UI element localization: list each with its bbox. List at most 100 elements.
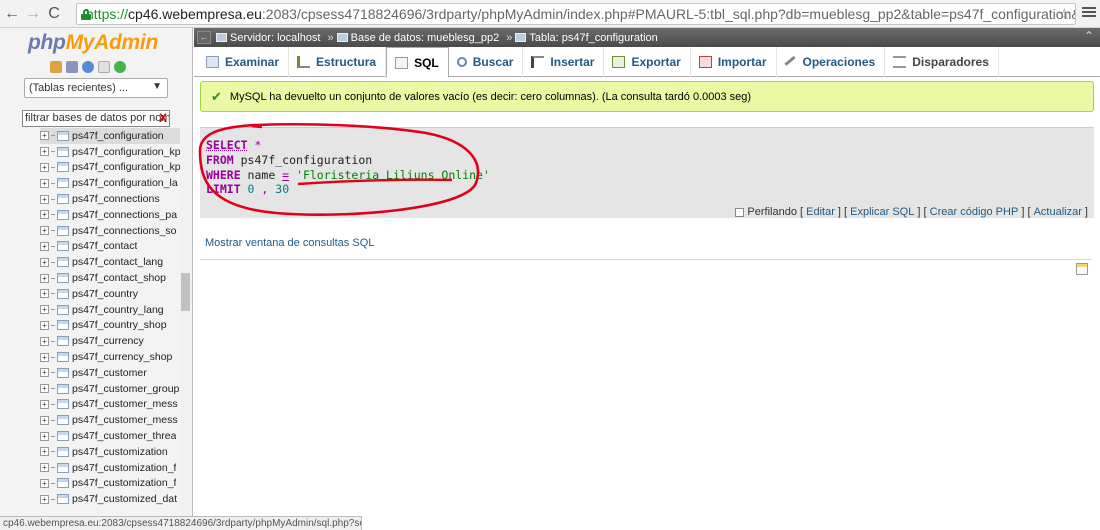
- table-tree-label[interactable]: ps47f_customization_f: [72, 462, 176, 474]
- collapse-nav-icon[interactable]: ←: [197, 31, 211, 44]
- breadcrumb-database[interactable]: Base de datos: mueblesg_pp2: [336, 32, 499, 44]
- table-tree-row[interactable]: + ps47f_currency_shop: [40, 349, 180, 365]
- expand-icon[interactable]: +: [40, 162, 49, 172]
- recent-tables-select[interactable]: (Tablas recientes) ... ▼: [24, 78, 168, 98]
- tab-exportar[interactable]: Exportar: [604, 47, 691, 77]
- expand-icon[interactable]: +: [40, 305, 49, 315]
- explain-sql-link[interactable]: Explicar SQL: [850, 206, 914, 218]
- table-tree-label[interactable]: ps47f_customer_group: [72, 383, 179, 395]
- reload-icon[interactable]: C: [45, 4, 63, 24]
- expand-icon[interactable]: +: [40, 226, 49, 236]
- table-tree-label[interactable]: ps47f_customer: [72, 367, 147, 379]
- expand-icon[interactable]: +: [40, 336, 49, 346]
- table-tree-label[interactable]: ps47f_connections_pa: [72, 209, 177, 221]
- table-tree-label[interactable]: ps47f_contact: [72, 240, 137, 252]
- table-tree-label[interactable]: ps47f_country: [72, 288, 138, 300]
- breadcrumb-server[interactable]: Servidor: localhost: [216, 32, 321, 44]
- table-tree-label[interactable]: ps47f_currency: [72, 335, 144, 347]
- tab-importar[interactable]: Importar: [691, 47, 777, 77]
- edit-link[interactable]: Editar: [806, 206, 835, 218]
- collapse-topbar-icon[interactable]: ⌃: [1084, 29, 1094, 43]
- table-tree-label[interactable]: ps47f_customer_mess: [72, 398, 178, 410]
- table-tree-label[interactable]: ps47f_customization_f: [72, 477, 176, 489]
- table-tree-label[interactable]: ps47f_configuration: [72, 130, 164, 142]
- table-tree-row[interactable]: + ps47f_contact_shop: [40, 270, 180, 286]
- table-tree-row[interactable]: + ps47f_connections_pa: [40, 207, 180, 223]
- table-tree-label[interactable]: ps47f_connections: [72, 193, 160, 205]
- table-tree-row[interactable]: + ps47f_customization: [40, 444, 180, 460]
- table-tree-row[interactable]: + ps47f_configuration: [40, 128, 180, 144]
- bookmark-note-icon[interactable]: [1076, 263, 1088, 275]
- expand-icon[interactable]: +: [40, 431, 49, 441]
- table-tree-row[interactable]: + ps47f_country_lang: [40, 302, 180, 318]
- table-tree-row[interactable]: + ps47f_country: [40, 286, 180, 302]
- profiling-checkbox[interactable]: [735, 207, 745, 217]
- help-icon[interactable]: [82, 61, 94, 73]
- table-tree-label[interactable]: ps47f_country_shop: [72, 319, 167, 331]
- table-tree-row[interactable]: + ps47f_connections: [40, 191, 180, 207]
- table-tree-label[interactable]: ps47f_configuration_kp: [72, 146, 180, 158]
- table-tree-row[interactable]: + ps47f_configuration_kp: [40, 144, 180, 160]
- tab-sql[interactable]: SQL: [386, 47, 449, 78]
- table-tree-label[interactable]: ps47f_customized_dat: [72, 493, 177, 505]
- nav-scrollbar[interactable]: [180, 128, 192, 516]
- clear-filter-icon[interactable]: X: [159, 111, 167, 125]
- table-tree-row[interactable]: + ps47f_customer_group: [40, 381, 180, 397]
- table-tree-row[interactable]: + ps47f_configuration_kp: [40, 160, 180, 176]
- table-tree-label[interactable]: ps47f_currency_shop: [72, 351, 172, 363]
- table-tree-label[interactable]: ps47f_customer_threa: [72, 430, 176, 442]
- expand-icon[interactable]: +: [40, 257, 49, 267]
- table-tree-row[interactable]: + ps47f_configuration_la: [40, 175, 180, 191]
- expand-icon[interactable]: +: [40, 131, 49, 141]
- table-tree-row[interactable]: + ps47f_customization_f: [40, 476, 180, 492]
- expand-icon[interactable]: +: [40, 494, 49, 504]
- table-tree-row[interactable]: + ps47f_customization_f: [40, 460, 180, 476]
- expand-icon[interactable]: +: [40, 368, 49, 378]
- create-php-link[interactable]: Crear código PHP: [930, 206, 1019, 218]
- table-tree-label[interactable]: ps47f_connections_so: [72, 225, 177, 237]
- expand-icon[interactable]: +: [40, 178, 49, 188]
- expand-icon[interactable]: +: [40, 399, 49, 409]
- back-arrow-icon[interactable]: ←: [3, 4, 21, 24]
- expand-icon[interactable]: +: [40, 384, 49, 394]
- expand-icon[interactable]: +: [40, 415, 49, 425]
- expand-icon[interactable]: +: [40, 478, 49, 488]
- table-tree-label[interactable]: ps47f_configuration_la: [72, 177, 178, 189]
- table-tree-row[interactable]: + ps47f_contact_lang: [40, 254, 180, 270]
- table-tree-row[interactable]: + ps47f_customer_mess: [40, 397, 180, 413]
- table-tree-label[interactable]: ps47f_country_lang: [72, 304, 164, 316]
- table-tree-row[interactable]: + ps47f_customer_mess: [40, 412, 180, 428]
- breadcrumb-table[interactable]: Tabla: ps47f_configuration: [515, 32, 658, 44]
- table-tree-row[interactable]: + ps47f_customer_threa: [40, 428, 180, 444]
- show-sql-console-link[interactable]: Mostrar ventana de consultas SQL: [205, 237, 374, 249]
- table-tree-row[interactable]: + ps47f_customized_dat: [40, 491, 180, 507]
- database-filter-input[interactable]: filtrar bases de datos por nom X: [22, 110, 170, 127]
- expand-icon[interactable]: +: [40, 447, 49, 457]
- browser-menu-icon[interactable]: [1082, 5, 1096, 21]
- logout-icon[interactable]: [66, 61, 78, 73]
- home-icon[interactable]: [50, 61, 62, 73]
- table-tree-row[interactable]: + ps47f_currency: [40, 333, 180, 349]
- docs-icon[interactable]: [98, 61, 110, 73]
- forward-arrow-icon[interactable]: →: [24, 4, 42, 24]
- tab-disparadores[interactable]: Disparadores: [885, 47, 999, 77]
- reload-nav-icon[interactable]: [114, 61, 126, 73]
- table-tree-row[interactable]: + ps47f_country_shop: [40, 318, 180, 334]
- expand-icon[interactable]: +: [40, 289, 49, 299]
- refresh-link[interactable]: Actualizar: [1034, 206, 1082, 218]
- expand-icon[interactable]: +: [40, 241, 49, 251]
- expand-icon[interactable]: +: [40, 147, 49, 157]
- tab-operaciones[interactable]: Operaciones: [777, 47, 886, 77]
- table-tree-row[interactable]: + ps47f_contact: [40, 239, 180, 255]
- expand-icon[interactable]: +: [40, 194, 49, 204]
- table-tree-row[interactable]: + ps47f_customer: [40, 365, 180, 381]
- tab-estructura[interactable]: Estructura: [289, 47, 387, 77]
- expand-icon[interactable]: +: [40, 352, 49, 362]
- expand-icon[interactable]: +: [40, 463, 49, 473]
- table-tree-label[interactable]: ps47f_configuration_kp: [72, 161, 180, 173]
- nav-scrollbar-thumb[interactable]: [181, 273, 190, 311]
- table-tree-label[interactable]: ps47f_customization: [72, 446, 168, 458]
- table-tree-label[interactable]: ps47f_customer_mess: [72, 414, 178, 426]
- table-tree-label[interactable]: ps47f_contact_lang: [72, 256, 163, 268]
- tab-buscar[interactable]: Buscar: [449, 47, 524, 77]
